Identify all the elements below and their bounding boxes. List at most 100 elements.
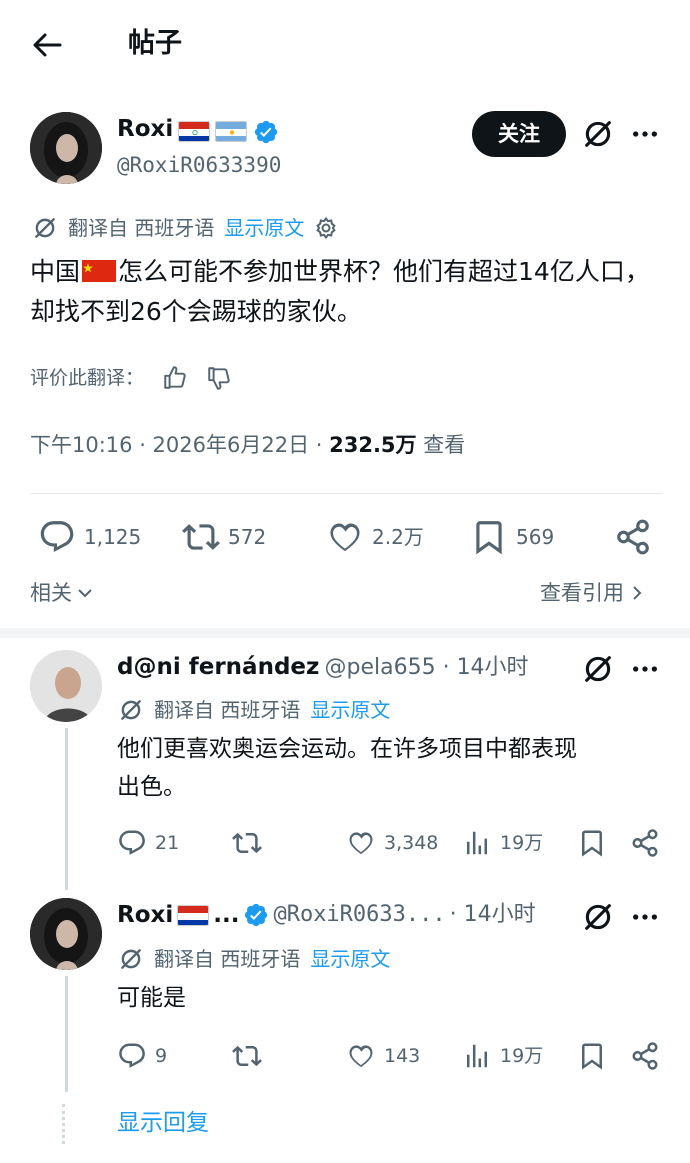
reply-author-row[interactable]: d@ni fernández @pela655 · 14小时 bbox=[117, 652, 529, 683]
paraguay-flag-icon bbox=[177, 904, 210, 926]
show-original-link[interactable]: 显示原文 bbox=[310, 945, 390, 973]
translate-icon bbox=[32, 215, 58, 241]
reply-avatar[interactable] bbox=[30, 898, 102, 970]
bookmark-count: 569 bbox=[516, 525, 555, 549]
bookmark-icon[interactable] bbox=[577, 1041, 607, 1071]
like-button[interactable]: 3,348 bbox=[346, 828, 438, 858]
repost-icon bbox=[182, 518, 220, 556]
translate-icon bbox=[118, 946, 144, 972]
verified-badge-icon bbox=[243, 902, 269, 928]
rate-translation-label: 评价此翻译： bbox=[30, 367, 145, 389]
translated-from-label: 翻译自 西班牙语 bbox=[154, 698, 301, 722]
reply-count: 9 bbox=[155, 1045, 168, 1067]
thumbs-down-icon[interactable] bbox=[206, 365, 232, 391]
chevron-down-icon bbox=[78, 589, 92, 598]
thread-line-dotted bbox=[62, 1104, 71, 1144]
author-name[interactable]: Roxi bbox=[117, 116, 173, 142]
thread-line bbox=[65, 728, 68, 890]
post-timestamp[interactable]: 下午10:16 · 2026年6月22日 · bbox=[30, 433, 329, 457]
grok-icon[interactable] bbox=[581, 117, 615, 151]
grok-icon[interactable] bbox=[581, 652, 615, 686]
reply-button[interactable]: 21 bbox=[117, 828, 179, 858]
view-count: 19万 bbox=[500, 1045, 544, 1067]
reply-icon bbox=[117, 1041, 147, 1071]
reply-author-name[interactable]: d@ni fernández bbox=[117, 654, 319, 680]
paraguay-flag-icon bbox=[178, 121, 211, 142]
reply-translation-row: 翻译自 西班牙语 显示原文 bbox=[118, 945, 390, 973]
views-button[interactable]: 19万 bbox=[462, 828, 543, 858]
view-count: 232.5万 bbox=[329, 433, 417, 457]
translate-icon bbox=[118, 697, 144, 723]
more-options-icon[interactable] bbox=[629, 653, 661, 685]
like-button[interactable]: 143 bbox=[346, 1041, 420, 1071]
repost-icon[interactable] bbox=[232, 1041, 262, 1071]
argentina-flag-icon bbox=[215, 121, 248, 142]
reply-icon bbox=[38, 518, 76, 556]
repost-icon[interactable] bbox=[232, 828, 262, 858]
reply-count: 21 bbox=[155, 832, 180, 854]
bookmark-icon[interactable] bbox=[577, 828, 607, 858]
reply-handle[interactable]: @RoxiR0633... bbox=[273, 901, 445, 929]
reply-author-row[interactable]: Roxi ... @RoxiR0633... · 14小时 bbox=[117, 900, 536, 930]
like-heart-icon bbox=[346, 1041, 376, 1071]
divider bbox=[30, 493, 662, 494]
like-button[interactable]: 2.2万 bbox=[326, 518, 424, 556]
bookmark-icon bbox=[470, 518, 508, 556]
like-heart-icon bbox=[326, 518, 364, 556]
section-separator bbox=[0, 628, 690, 638]
views-label: 查看 bbox=[416, 433, 466, 457]
follow-button[interactable]: 关注 bbox=[472, 111, 566, 157]
repost-count: 572 bbox=[228, 525, 267, 549]
view-quotes-link[interactable]: 查看引用 bbox=[540, 578, 644, 608]
related-label: 相关 bbox=[30, 581, 72, 605]
share-icon[interactable] bbox=[614, 518, 652, 556]
rate-translation-row: 评价此翻译： bbox=[30, 364, 232, 392]
chevron-right-icon bbox=[633, 586, 642, 600]
more-options-icon[interactable] bbox=[629, 901, 661, 933]
reply-icon bbox=[117, 828, 147, 858]
author-name-row[interactable]: Roxi bbox=[117, 114, 279, 145]
related-toggle[interactable]: 相关 bbox=[30, 578, 94, 608]
china-flag-icon bbox=[82, 260, 117, 282]
reply-avatar[interactable] bbox=[30, 650, 102, 722]
grok-icon[interactable] bbox=[581, 900, 615, 934]
views-button[interactable]: 19万 bbox=[462, 1041, 543, 1071]
show-replies-link[interactable]: 显示回复 bbox=[117, 1107, 209, 1139]
page-title: 帖子 bbox=[128, 28, 182, 59]
more-options-icon[interactable] bbox=[629, 118, 661, 150]
settings-gear-icon[interactable] bbox=[314, 216, 338, 240]
translation-row: 翻译自 西班牙语 显示原文 bbox=[32, 214, 338, 242]
bookmark-button[interactable]: 569 bbox=[470, 518, 554, 556]
view-count: 19万 bbox=[500, 832, 544, 854]
reply-author-name[interactable]: Roxi bbox=[117, 900, 173, 930]
back-arrow-icon[interactable] bbox=[30, 30, 64, 60]
like-count: 143 bbox=[384, 1045, 421, 1067]
author-handle[interactable]: @RoxiR0633390 bbox=[117, 151, 281, 179]
name-ellipsis: ... bbox=[213, 902, 240, 928]
share-icon[interactable] bbox=[630, 1041, 660, 1071]
reply-time[interactable]: · 14小时 bbox=[450, 900, 536, 930]
avatar[interactable] bbox=[30, 112, 102, 184]
translated-from-label: 翻译自 西班牙语 bbox=[154, 947, 301, 971]
translated-from-label: 翻译自 西班牙语 bbox=[68, 216, 215, 240]
thumbs-up-icon[interactable] bbox=[162, 365, 188, 391]
like-heart-icon bbox=[346, 828, 376, 858]
reply-count: 1,125 bbox=[84, 525, 142, 549]
reply-button[interactable]: 1,125 bbox=[38, 518, 141, 556]
reply-text: 可能是 bbox=[117, 985, 186, 1011]
post-text: 中国 怎么可能不参加世界杯？他们有超过14亿人口，却找不到26个会踢球的家伙。 bbox=[30, 257, 650, 326]
share-icon[interactable] bbox=[630, 828, 660, 858]
show-original-link[interactable]: 显示原文 bbox=[310, 696, 390, 724]
reply-text: 他们更喜欢奥运会运动。在许多项目中都表现 出色。 bbox=[117, 736, 577, 800]
like-count: 2.2万 bbox=[372, 525, 424, 549]
reply-handle-time[interactable]: @pela655 · 14小时 bbox=[325, 655, 529, 680]
post-meta: 下午10:16 · 2026年6月22日 · 232.5万 查看 bbox=[30, 430, 465, 460]
verified-badge-icon bbox=[253, 119, 279, 145]
views-chart-icon bbox=[462, 1041, 492, 1071]
like-count: 3,348 bbox=[384, 832, 439, 854]
views-chart-icon bbox=[462, 828, 492, 858]
reply-translation-row: 翻译自 西班牙语 显示原文 bbox=[118, 696, 390, 724]
reply-button[interactable]: 9 bbox=[117, 1041, 167, 1071]
show-original-link[interactable]: 显示原文 bbox=[224, 214, 304, 242]
repost-button[interactable]: 572 bbox=[182, 518, 266, 556]
